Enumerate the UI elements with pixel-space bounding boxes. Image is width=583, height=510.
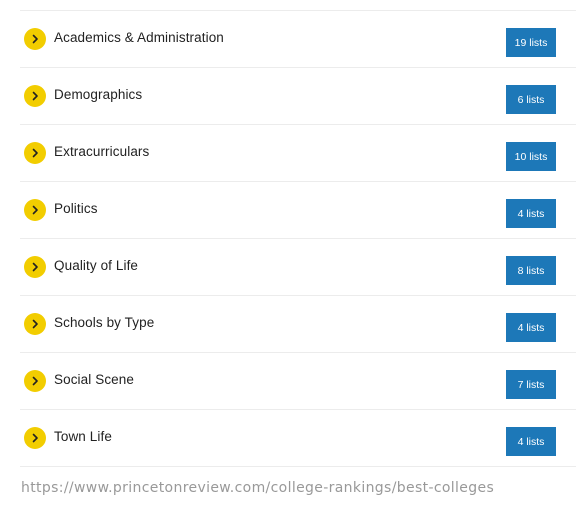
list-count-badge[interactable]: 4 lists: [506, 199, 556, 228]
chevron-right-icon[interactable]: [24, 313, 46, 335]
chevron-right-icon[interactable]: [24, 256, 46, 278]
list-count-badge[interactable]: 19 lists: [506, 28, 556, 57]
category-row-demographics[interactable]: Demographics 6 lists: [20, 68, 576, 125]
list-count-badge[interactable]: 10 lists: [506, 142, 556, 171]
list-count-badge[interactable]: 8 lists: [506, 256, 556, 285]
list-count-badge[interactable]: 4 lists: [506, 427, 556, 456]
category-label[interactable]: Quality of Life: [54, 258, 138, 273]
category-label[interactable]: Social Scene: [54, 372, 134, 387]
list-count-badge[interactable]: 7 lists: [506, 370, 556, 399]
category-row-quality-of-life[interactable]: Quality of Life 8 lists: [20, 239, 576, 296]
source-url-watermark: https://www.princetonreview.com/college-…: [21, 480, 495, 496]
category-label[interactable]: Demographics: [54, 87, 142, 102]
category-label[interactable]: Schools by Type: [54, 315, 154, 330]
category-row-academics-administration[interactable]: Academics & Administration 19 lists: [20, 11, 576, 68]
category-list: Academics & Administration 19 lists Demo…: [20, 10, 576, 467]
chevron-right-icon[interactable]: [24, 28, 46, 50]
list-count-badge[interactable]: 6 lists: [506, 85, 556, 114]
category-row-town-life[interactable]: Town Life 4 lists: [20, 410, 576, 467]
category-row-social-scene[interactable]: Social Scene 7 lists: [20, 353, 576, 410]
category-label[interactable]: Politics: [54, 201, 98, 216]
chevron-right-icon[interactable]: [24, 199, 46, 221]
category-row-extracurriculars[interactable]: Extracurriculars 10 lists: [20, 125, 576, 182]
category-label[interactable]: Extracurriculars: [54, 144, 149, 159]
category-label[interactable]: Academics & Administration: [54, 30, 224, 45]
category-row-schools-by-type[interactable]: Schools by Type 4 lists: [20, 296, 576, 353]
chevron-right-icon[interactable]: [24, 142, 46, 164]
list-count-badge[interactable]: 4 lists: [506, 313, 556, 342]
category-row-politics[interactable]: Politics 4 lists: [20, 182, 576, 239]
chevron-right-icon[interactable]: [24, 370, 46, 392]
chevron-right-icon[interactable]: [24, 427, 46, 449]
category-label[interactable]: Town Life: [54, 429, 112, 444]
chevron-right-icon[interactable]: [24, 85, 46, 107]
